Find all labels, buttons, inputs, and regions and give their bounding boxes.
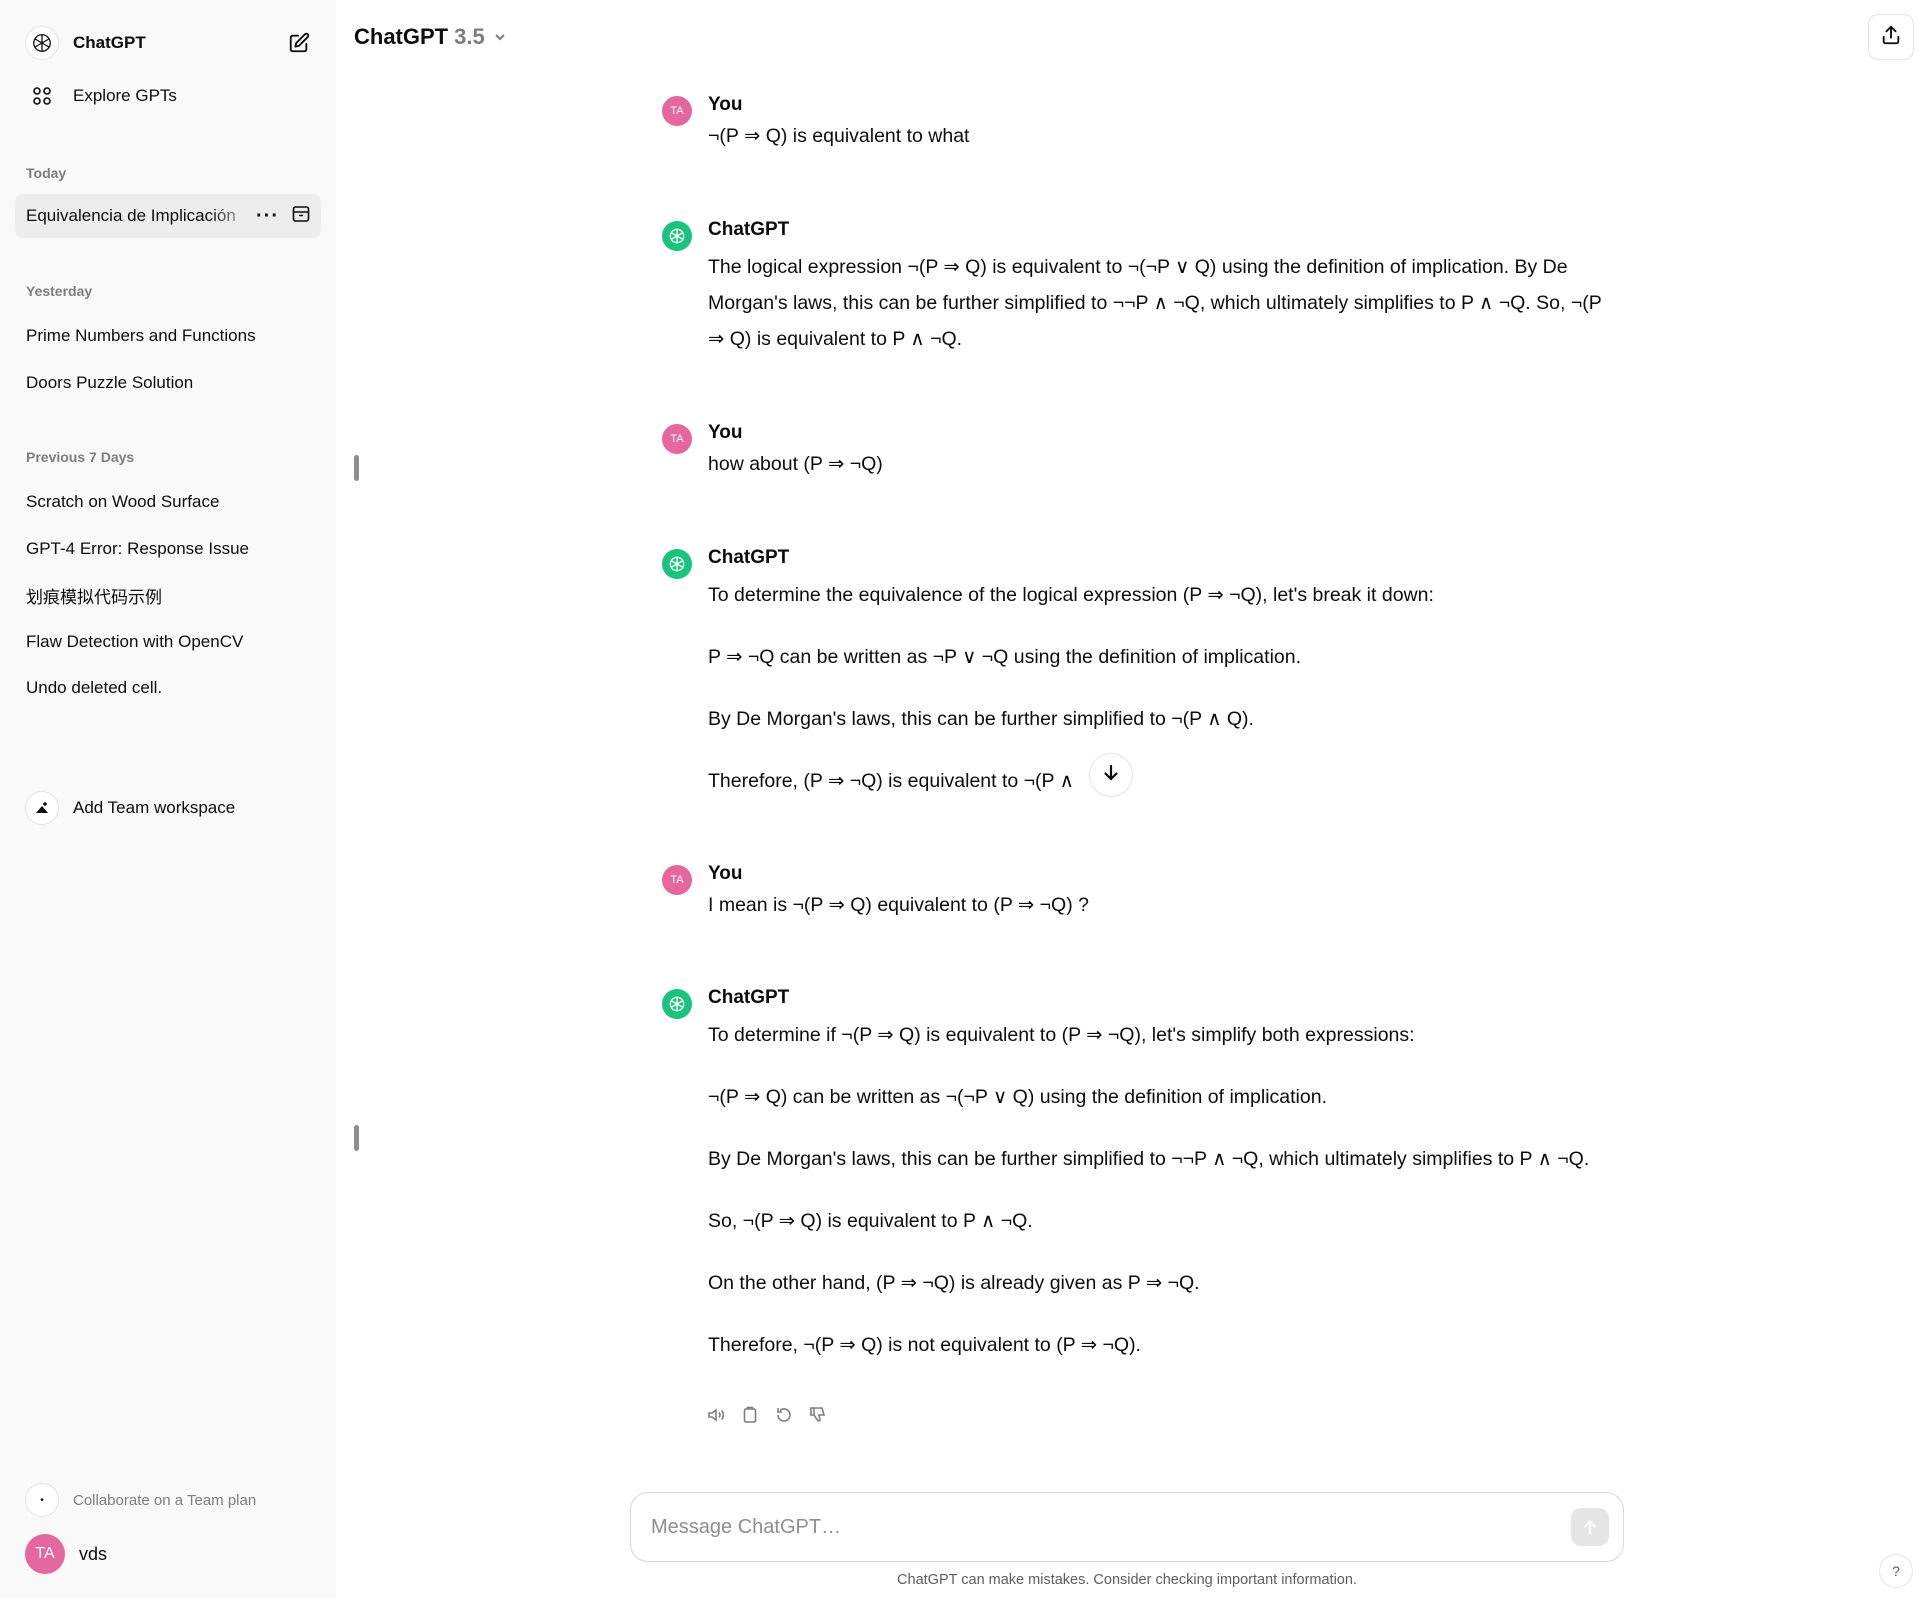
message-author: You: [708, 422, 743, 443]
clipboard-icon[interactable]: [740, 1405, 760, 1425]
message-author: You: [708, 863, 743, 884]
message-author: ChatGPT: [708, 987, 790, 1008]
message-paragraph: So, ¬(P ⇒ Q) is equivalent to P ∧ ¬Q.: [708, 1210, 1033, 1232]
sidebar-resize-handle[interactable]: [354, 1125, 359, 1151]
section-label-previous-7-days: Previous 7 Days: [26, 449, 135, 465]
user-menu-button[interactable]: TA vds: [15, 1530, 321, 1578]
message-composer: [630, 1492, 1624, 1562]
collaborate-button[interactable]: • Collaborate on a Team plan: [15, 1480, 321, 1520]
message-text: I mean is ¬(P ⇒ Q) equivalent to (P ⇒ ¬Q…: [708, 894, 1089, 916]
chat-item-title: 划痕模拟代码示例: [26, 587, 162, 607]
scroll-down-button[interactable]: [1089, 753, 1133, 797]
grid-icon: [25, 86, 59, 106]
help-button[interactable]: ?: [1879, 1554, 1913, 1588]
assistant-message: ChatGPT The logical expression ¬(P ⇒ Q) …: [662, 217, 1602, 357]
add-team-workspace-button[interactable]: Add Team workspace: [15, 786, 321, 830]
message-author: You: [708, 94, 743, 115]
chat-item-title: Flaw Detection with OpenCV: [26, 632, 244, 651]
openai-logo-icon: [662, 549, 692, 579]
chat-item[interactable]: Scratch on Wood Surface: [15, 480, 321, 524]
chat-item-title: Doors Puzzle Solution: [26, 373, 194, 392]
assistant-message: ChatGPT To determine if ¬(P ⇒ Q) is equi…: [662, 985, 1602, 1363]
message-paragraph: On the other hand, (P ⇒ ¬Q) is already g…: [708, 1272, 1200, 1294]
thumbs-down-icon[interactable]: [808, 1405, 828, 1425]
message-text: The logical expression ¬(P ⇒ Q) is equiv…: [708, 256, 1602, 350]
chat-item[interactable]: Doors Puzzle Solution: [15, 361, 321, 405]
chat-item-title: Prime Numbers and Functions: [26, 326, 256, 345]
message-actions: [706, 1405, 828, 1425]
section-label-today: Today: [26, 165, 67, 181]
team-label: Add Team workspace: [73, 798, 236, 817]
add-team-icon: [25, 791, 59, 825]
chat-item-title: Equivalencia de Implicación: [26, 206, 236, 225]
send-button[interactable]: [1571, 1508, 1609, 1546]
chat-item-title: Undo deleted cell.: [26, 678, 163, 697]
share-button[interactable]: [1868, 14, 1914, 60]
edit-icon[interactable]: [287, 31, 311, 55]
share-icon: [1880, 24, 1902, 51]
chat-item[interactable]: GPT-4 Error: Response Issue: [15, 527, 321, 571]
message-paragraph: ¬(P ⇒ Q) can be written as ¬(¬P ∨ Q) usi…: [708, 1086, 1327, 1108]
more-options-icon[interactable]: ···: [256, 206, 279, 226]
user-name: vds: [79, 1543, 108, 1564]
explore-label: Explore GPTs: [73, 86, 177, 105]
message-paragraph: By De Morgan's laws, this can be further…: [708, 708, 1254, 730]
user-message: TA You ¬(P ⇒ Q) is equivalent to what: [662, 92, 1602, 154]
refresh-icon[interactable]: [774, 1405, 794, 1425]
model-selector[interactable]: ChatGPT 3.5: [354, 20, 507, 54]
chat-item-title: GPT-4 Error: Response Issue: [26, 539, 249, 558]
chat-item[interactable]: Undo deleted cell.: [15, 666, 321, 710]
sidebar-resize-handle[interactable]: [354, 455, 359, 481]
explore-gpts-button[interactable]: Explore GPTs: [15, 76, 321, 116]
avatar: TA: [25, 1534, 65, 1574]
model-name: ChatGPT: [354, 24, 449, 49]
app-label: ChatGPT: [73, 33, 146, 52]
message-paragraph: By De Morgan's laws, this can be further…: [708, 1148, 1590, 1170]
user-message: TA You how about (P ⇒ ¬Q): [662, 420, 1602, 482]
message-paragraph: To determine if ¬(P ⇒ Q) is equivalent t…: [708, 1024, 1415, 1046]
chat-item-active[interactable]: Equivalencia de Implicación ···: [15, 194, 321, 238]
assistant-message: ChatGPT To determine the equivalence of …: [662, 545, 1602, 799]
arrow-down-icon: [1101, 763, 1121, 788]
speaker-icon[interactable]: [706, 1405, 726, 1425]
disclaimer: ChatGPT can make mistakes. Consider chec…: [897, 1572, 1357, 1588]
chat-item-title: Scratch on Wood Surface: [26, 492, 220, 511]
openai-logo-icon: [662, 221, 692, 251]
openai-logo-icon: [25, 26, 59, 60]
model-version: 3.5: [454, 24, 485, 49]
team-plan-icon: •: [25, 1483, 59, 1517]
chat-item[interactable]: Prime Numbers and Functions: [15, 314, 321, 358]
sidebar: ChatGPT Explore GPTs Today Equivalencia …: [0, 0, 336, 1598]
chat-item[interactable]: Flaw Detection with OpenCV: [15, 620, 321, 664]
openai-logo-icon: [662, 989, 692, 1019]
chat-item[interactable]: 划痕模拟代码示例: [15, 573, 321, 617]
collab-label: Collaborate on a Team plan: [73, 1491, 257, 1509]
message-text: how about (P ⇒ ¬Q): [708, 453, 883, 475]
chevron-down-icon: [493, 30, 507, 44]
sidebar-home-button[interactable]: ChatGPT: [15, 22, 321, 64]
message-paragraph: Therefore, ¬(P ⇒ Q) is not equivalent to…: [708, 1334, 1141, 1356]
avatar: TA: [662, 865, 692, 895]
archive-icon[interactable]: [291, 204, 311, 229]
message-text: ¬(P ⇒ Q) is equivalent to what: [708, 125, 970, 147]
message-paragraph: Therefore, (P ⇒ ¬Q) is equivalent to ¬(P…: [708, 770, 1074, 792]
message-author: ChatGPT: [708, 547, 790, 568]
avatar: TA: [662, 424, 692, 454]
message-paragraph: To determine the equivalence of the logi…: [708, 584, 1434, 606]
message-paragraph: P ⇒ ¬Q can be written as ¬P ∨ ¬Q using t…: [708, 646, 1302, 668]
avatar: TA: [662, 96, 692, 126]
user-message: TA You I mean is ¬(P ⇒ Q) equivalent to …: [662, 861, 1602, 923]
section-label-yesterday: Yesterday: [26, 283, 93, 299]
message-author: ChatGPT: [708, 219, 790, 240]
message-input[interactable]: [651, 1515, 1571, 1539]
